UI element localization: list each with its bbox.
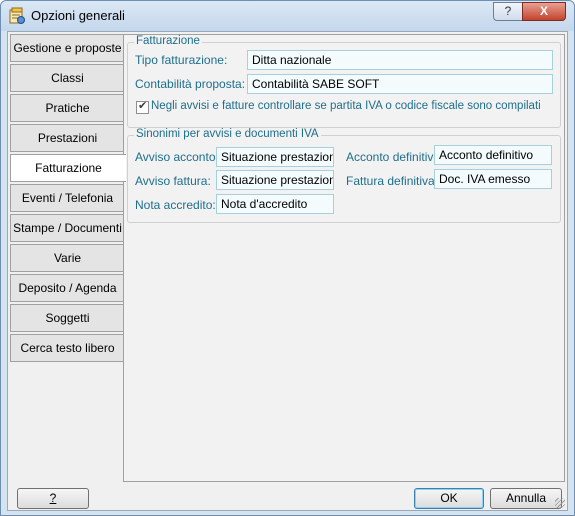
title-bar[interactable]: Opzioni generali ? X <box>1 1 574 31</box>
tab-stampe-documenti[interactable]: Stampe / Documenti <box>10 214 124 242</box>
avviso-acconto-field[interactable]: Situazione prestazione <box>216 147 334 167</box>
tipo-fatturazione-field[interactable]: Ditta nazionale <box>247 50 553 70</box>
avviso-fattura-label: Avviso fattura: <box>135 174 211 188</box>
nota-accredito-label: Nota accredito: <box>135 198 216 212</box>
fattura-definitiva-label: Fattura definitiva: <box>346 174 439 188</box>
fattura-definitiva-field[interactable]: Doc. IVA emesso <box>434 169 552 189</box>
cancel-button[interactable]: Annulla <box>490 488 562 509</box>
tab-eventi-telefonia[interactable]: Eventi / Telefonia <box>10 184 124 212</box>
acconto-definitivo-label: Acconto definitivo: <box>346 150 444 164</box>
window-title: Opzioni generali <box>31 8 125 23</box>
title-help-button[interactable]: ? <box>493 2 523 21</box>
controllo-piva-label: Negli avvisi e fatture controllare se pa… <box>151 100 541 112</box>
contabilita-proposta-field[interactable]: Contabilità SABE SOFT <box>247 74 553 94</box>
tab-fatturazione[interactable]: Fatturazione <box>10 154 126 182</box>
tipo-fatturazione-label: Tipo fatturazione: <box>135 53 228 67</box>
nota-accredito-field[interactable]: Nota d'accredito <box>216 194 334 214</box>
fatturazione-group: Fatturazione Tipo fatturazione: Ditta na… <box>127 35 561 128</box>
tab-panel-fatturazione: Fatturazione Tipo fatturazione: Ditta na… <box>123 34 565 482</box>
tab-soggetti[interactable]: Soggetti <box>10 304 124 332</box>
tab-cerca-testo-libero[interactable]: Cerca testo libero <box>10 334 124 362</box>
sinonimi-group-title: Sinonimi per avvisi e documenti IVA <box>134 128 321 140</box>
controllo-piva-checkbox[interactable] <box>136 99 149 114</box>
tab-gestione-proposte[interactable]: Gestione e proposte <box>10 34 124 62</box>
tab-list-filler <box>10 394 124 482</box>
tab-deposito-agenda[interactable]: Deposito / Agenda <box>10 274 124 302</box>
tab-prestazioni[interactable]: Prestazioni <box>10 124 124 152</box>
tab-varie[interactable]: Varie <box>10 244 124 272</box>
close-button[interactable]: X <box>522 2 566 21</box>
ok-button[interactable]: OK <box>414 488 484 509</box>
sinonimi-group: Sinonimi per avvisi e documenti IVA Avvi… <box>127 128 561 223</box>
tab-pratiche[interactable]: Pratiche <box>10 94 124 122</box>
acconto-definitivo-field[interactable]: Acconto definitivo <box>434 145 552 165</box>
avviso-fattura-field[interactable]: Situazione prestazioni <box>216 170 334 190</box>
app-icon <box>9 7 25 24</box>
fatturazione-group-title: Fatturazione <box>134 35 202 47</box>
help-button-label: ? <box>49 491 57 505</box>
dialog-window: Opzioni generali ? X Gestione e proposte… <box>0 0 575 516</box>
help-button[interactable]: ? <box>17 488 89 509</box>
dialog-client: Gestione e proposte Classi Pratiche Pres… <box>7 31 568 511</box>
avviso-acconto-label: Avviso acconto: <box>135 150 219 164</box>
tab-classi[interactable]: Classi <box>10 64 124 92</box>
resize-grip[interactable] <box>555 498 565 508</box>
contabilita-proposta-label: Contabilità proposta: <box>135 77 246 91</box>
